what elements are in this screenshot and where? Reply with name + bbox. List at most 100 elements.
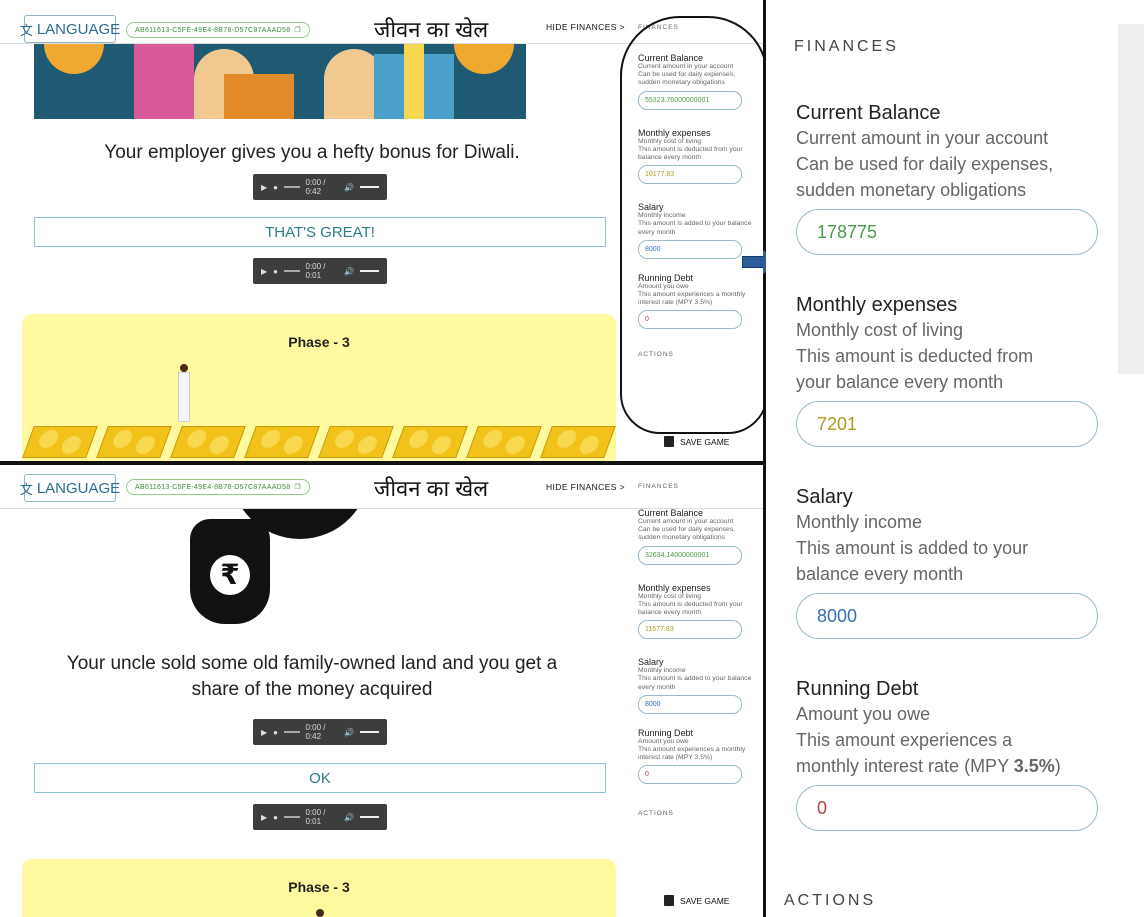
monthly-expenses-desc3: your balance every month: [796, 372, 1004, 392]
hide-finances-label: HIDE FINANCES: [546, 482, 617, 492]
audio-time: 0:00 / 0:01: [305, 262, 326, 280]
volume-slider[interactable]: [360, 270, 379, 272]
monthly-expenses-desc2: This amount is deducted from: [796, 346, 1034, 366]
monthly-expenses-label: Monthly expenses: [638, 582, 711, 593]
session-id-chip[interactable]: AB611613-C5FE-49E4-8B78-D57C87AAAD58 ❐: [126, 479, 310, 495]
seek-dot-icon[interactable]: ●: [273, 813, 278, 822]
running-debt-desc2: This amount experiences a: [796, 730, 1013, 750]
phase-panel: Phase - 3: [22, 314, 616, 461]
translate-icon: 文: [19, 22, 33, 38]
finances-caption: FINANCES: [794, 38, 899, 55]
language-button[interactable]: 文 LANGUAGE: [20, 15, 120, 43]
scrollbar[interactable]: [1118, 24, 1144, 374]
language-label: LANGUAGE: [36, 479, 121, 497]
player-character: [178, 364, 190, 422]
game-area: Your employer gives you a hefty bonus fo…: [0, 44, 624, 461]
game-area: ₹ Your uncle sold some old family-owned …: [0, 509, 624, 917]
session-id-chip[interactable]: AB611613-C5FE-49E4-8B78-D57C87AAAD58 ❐: [126, 22, 310, 38]
volume-slider[interactable]: [360, 186, 379, 188]
seek-bar[interactable]: [284, 816, 300, 818]
volume-icon[interactable]: 🔊: [344, 728, 354, 737]
highlight-oval: [620, 16, 763, 434]
choice-button[interactable]: THAT'S GREAT!: [34, 217, 606, 247]
copy-icon: ❐: [294, 27, 301, 34]
monthly-expenses-field[interactable]: 11677.83: [638, 620, 742, 640]
seek-bar[interactable]: [284, 186, 300, 188]
interest-close: ): [1054, 756, 1061, 776]
session-id: AB611613-C5FE-49E4-8B78-D57C87AAAD58: [135, 26, 291, 34]
copy-icon: ❐: [294, 484, 301, 491]
save-game-button[interactable]: SAVE GAME: [664, 436, 729, 447]
seek-bar[interactable]: [284, 270, 300, 272]
hide-finances-button[interactable]: HIDE FINANCES >: [546, 482, 625, 492]
session-id: AB611613-C5FE-49E4-8B78-D57C87AAAD58: [135, 483, 291, 491]
hide-finances-label: HIDE FINANCES: [546, 22, 617, 32]
monthly-expenses-label: Monthly expenses: [796, 294, 958, 316]
monthly-expenses-desc2: This amount is deducted from your balanc…: [638, 600, 743, 617]
bottom-screenshot: 文 LANGUAGE AB611613-C5FE-49E4-8B78-D57C87…: [0, 465, 763, 917]
play-icon[interactable]: ▶: [261, 183, 267, 192]
hide-finances-button[interactable]: HIDE FINANCES >: [546, 22, 625, 32]
seek-dot-icon[interactable]: ●: [273, 728, 278, 737]
zoomed-finances-panel: FINANCES Current Balance Current amount …: [766, 0, 1144, 917]
current-balance-desc: Current amount in your account: [638, 518, 734, 525]
salary-desc2: This amount is added to your balance eve…: [638, 675, 752, 691]
play-icon[interactable]: ▶: [261, 267, 267, 276]
save-icon: [664, 436, 674, 447]
story-audio-player[interactable]: ▶ ● 0:00 / 0:42 🔊: [253, 174, 387, 200]
choice-audio-player[interactable]: ▶ ● 0:00 / 0:01 🔊: [253, 804, 387, 830]
phase-title: Phase - 3: [288, 334, 350, 350]
actions-caption: ACTIONS: [784, 892, 877, 909]
salary-field[interactable]: 8000: [638, 694, 742, 714]
current-balance-desc2: Can be used for daily expenses,: [796, 154, 1054, 174]
money-bag-illustration: ₹: [170, 509, 370, 629]
running-debt-label: Running Debt: [638, 727, 694, 738]
running-debt-field[interactable]: 0: [796, 785, 1098, 831]
salary-field[interactable]: 8000: [796, 593, 1098, 639]
audio-time: 0:00 / 0:42: [305, 178, 326, 196]
story-text: Your employer gives you a hefty bonus fo…: [104, 142, 520, 163]
story-audio-player[interactable]: ▶ ● 0:00 / 0:42 🔊: [253, 719, 387, 745]
running-debt-section: Running Debt Amount you owe This amount …: [796, 678, 1098, 831]
app-title: जीवन का खेल: [374, 476, 489, 501]
diwali-illustration: [34, 44, 526, 119]
running-debt-desc3: monthly interest rate (MPY 3.5%): [796, 753, 1098, 779]
salary-desc2: This amount is added to your: [796, 538, 1029, 558]
choice-audio-player[interactable]: ▶ ● 0:00 / 0:01 🔊: [253, 258, 387, 284]
play-icon[interactable]: ▶: [261, 813, 267, 822]
seek-bar[interactable]: [284, 731, 300, 733]
language-label: LANGUAGE: [36, 20, 121, 38]
volume-icon[interactable]: 🔊: [344, 267, 354, 276]
player-character: [316, 909, 324, 917]
choice-button[interactable]: OK: [34, 763, 606, 793]
running-debt-desc2: This amount experiences a monthly intere…: [638, 746, 746, 762]
interest-rate: 3.5%: [1013, 756, 1055, 776]
volume-icon[interactable]: 🔊: [344, 813, 354, 822]
current-balance-section: Current Balance Current amount in your a…: [796, 102, 1098, 255]
volume-icon[interactable]: 🔊: [344, 183, 354, 192]
seek-dot-icon[interactable]: ●: [273, 183, 278, 192]
monthly-expenses-desc: Monthly cost of living: [796, 320, 964, 340]
running-debt-desc: Amount you owe: [796, 704, 931, 724]
volume-slider[interactable]: [360, 816, 379, 818]
play-icon[interactable]: ▶: [261, 728, 267, 737]
running-debt-field[interactable]: 0: [638, 765, 742, 785]
app-title: जीवन का खेल: [374, 17, 489, 42]
language-button[interactable]: 文 LANGUAGE: [20, 474, 120, 502]
salary-section: Salary Monthly income This amount is add…: [796, 486, 1098, 639]
monthly-expenses-field[interactable]: 7201: [796, 401, 1098, 447]
save-game-label: SAVE GAME: [680, 895, 730, 906]
current-balance-field[interactable]: 178775: [796, 209, 1098, 255]
current-balance-desc: Current amount in your account: [796, 128, 1049, 148]
current-balance-field[interactable]: 32634.14000000001: [638, 545, 742, 565]
rupee-icon: ₹: [210, 555, 250, 595]
finances-sidebar: FINANCES Current Balance Current amount …: [634, 483, 754, 917]
translate-icon: 文: [19, 481, 33, 497]
top-screenshot: 文 LANGUAGE AB611613-C5FE-49E4-8B78-D57C87…: [0, 0, 763, 461]
seek-dot-icon[interactable]: ●: [273, 267, 278, 276]
volume-slider[interactable]: [360, 731, 379, 733]
monthly-expenses-section: Monthly expenses Monthly cost of living …: [796, 294, 1098, 447]
actions-caption: ACTIONS: [638, 810, 674, 818]
current-balance-label: Current Balance: [796, 102, 941, 124]
save-game-button[interactable]: SAVE GAME: [664, 895, 729, 906]
